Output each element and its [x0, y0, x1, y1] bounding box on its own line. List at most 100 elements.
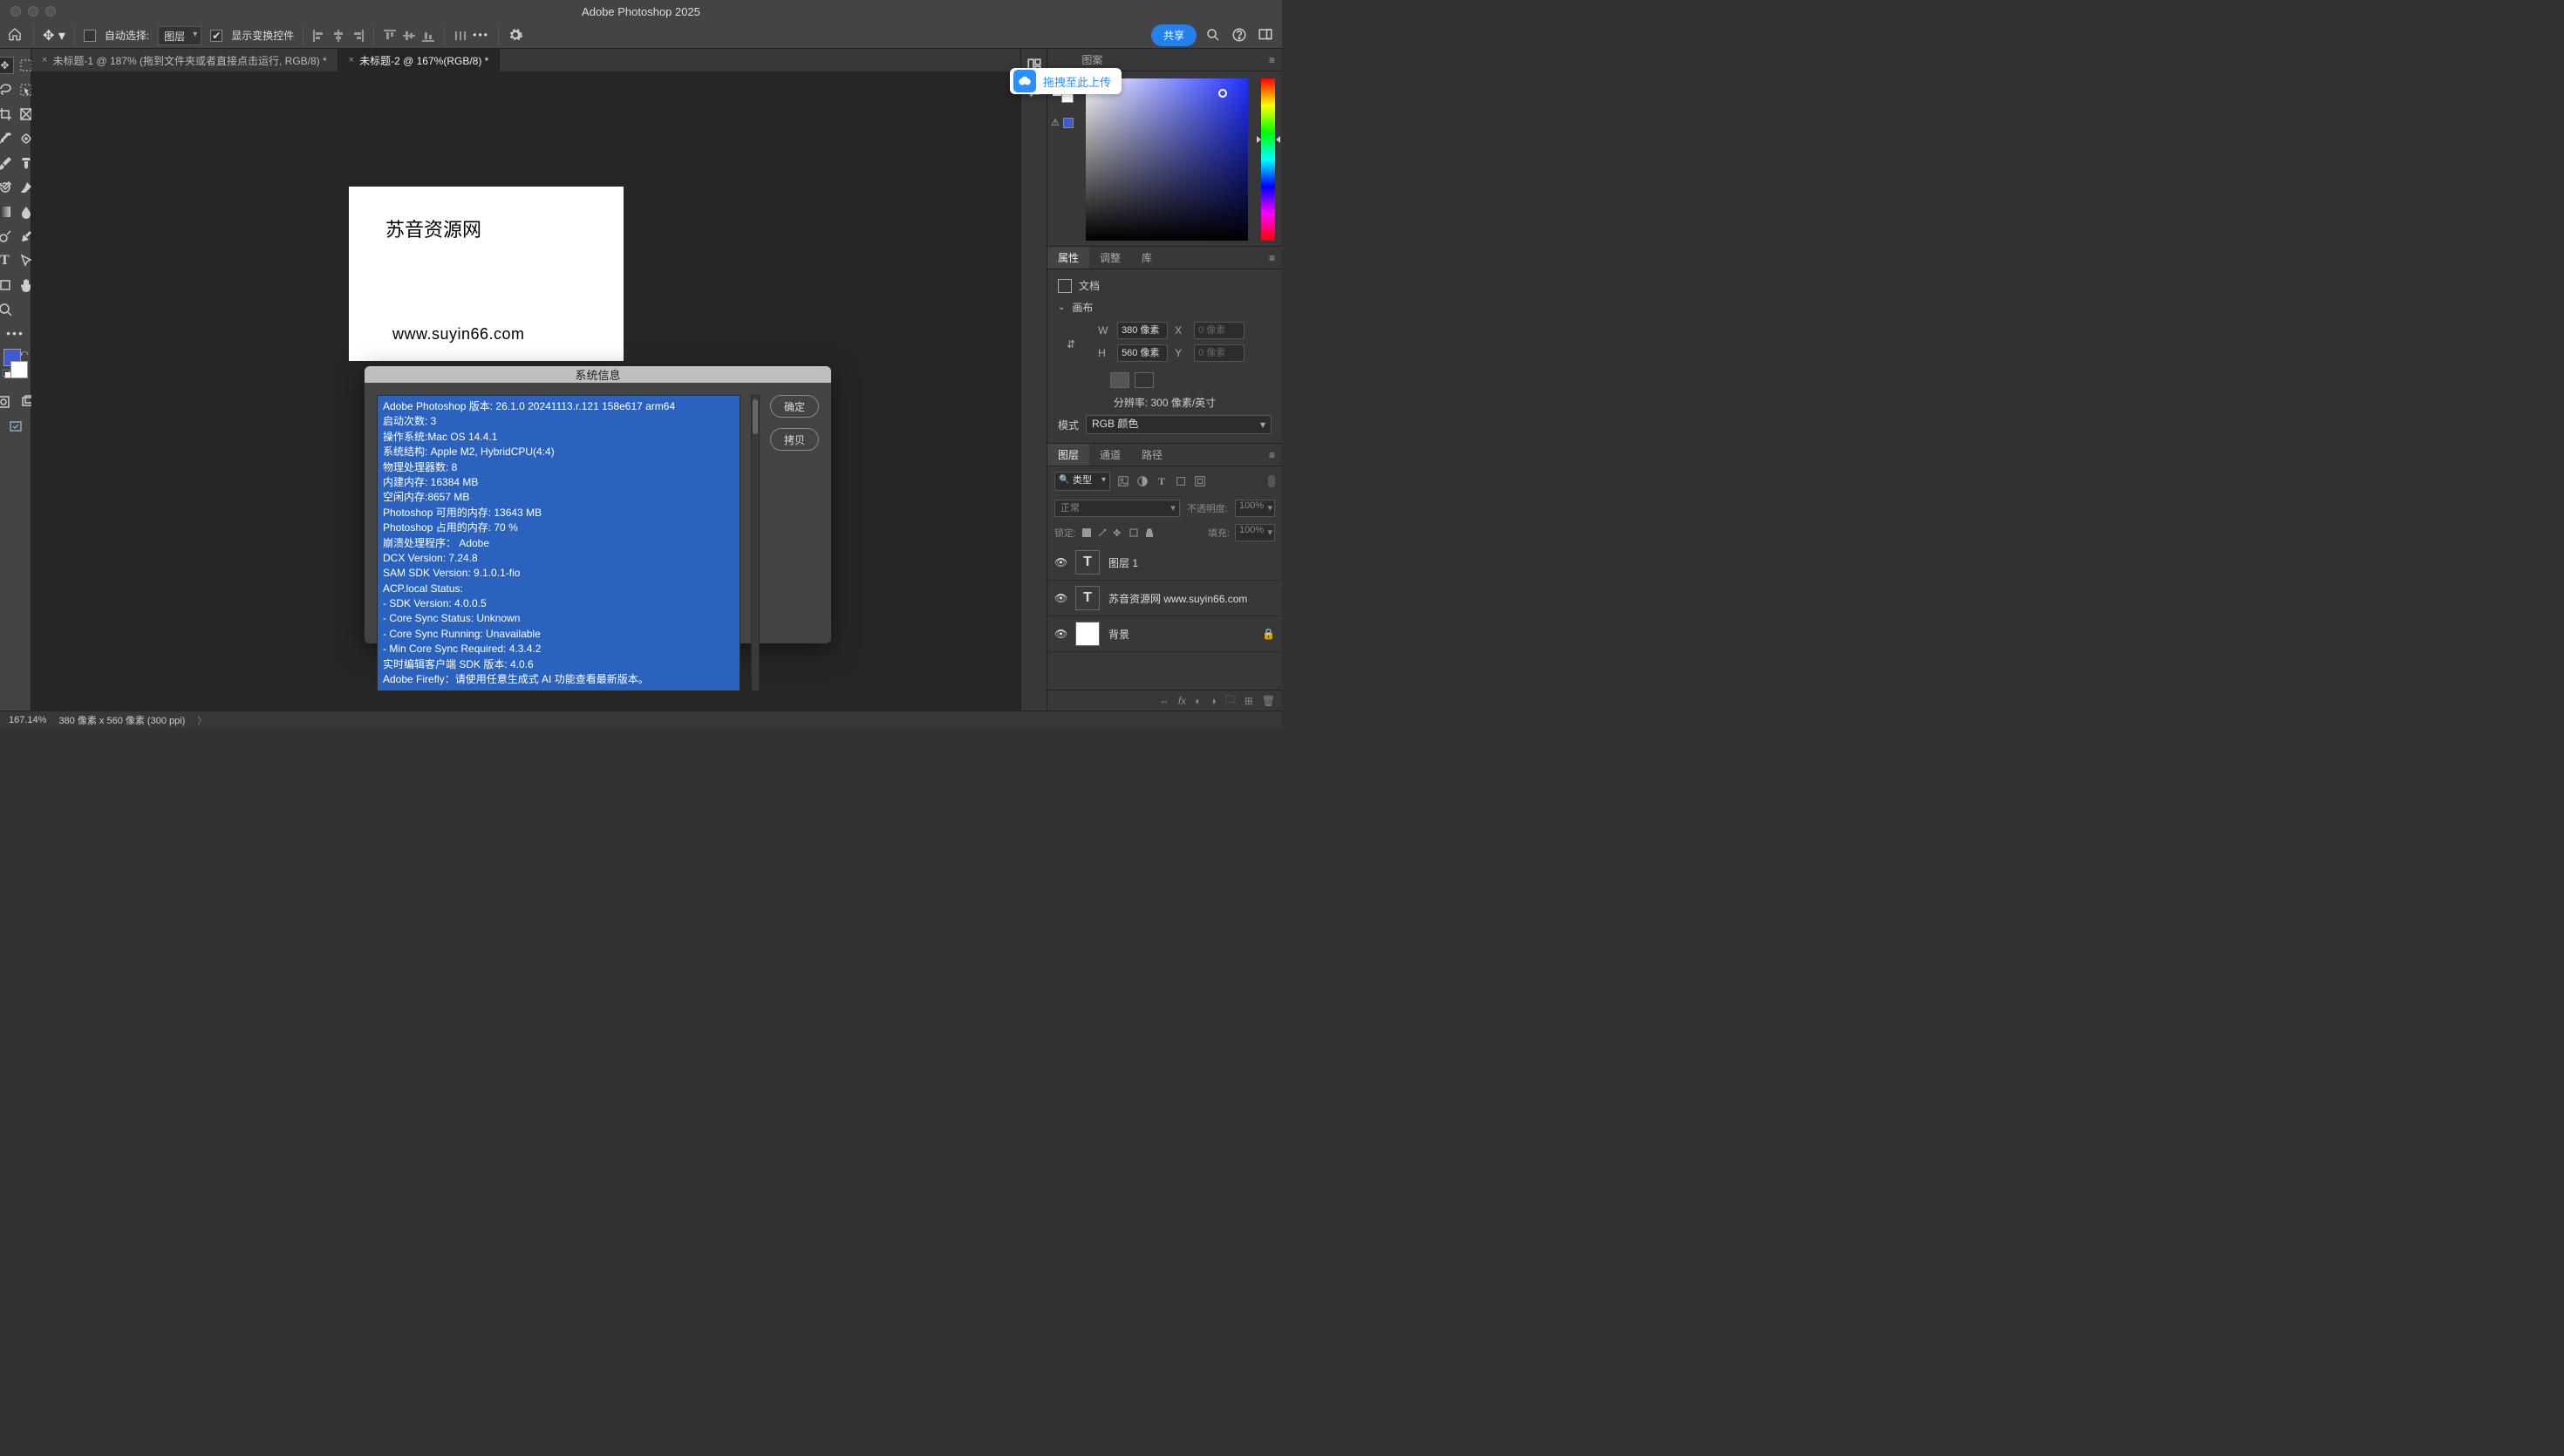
quickmask-icon[interactable]: [0, 394, 11, 410]
align-center-h-icon[interactable]: [331, 29, 345, 43]
close-tab-icon[interactable]: ×: [42, 55, 47, 65]
ok-button[interactable]: 确定: [770, 395, 819, 418]
layer-name[interactable]: 苏音资源网 www.suyin66.com: [1108, 591, 1247, 606]
status-caret-icon[interactable]: 〉: [197, 713, 207, 727]
opacity-input[interactable]: 100%: [1235, 500, 1275, 517]
show-transform-checkbox[interactable]: ✔: [210, 30, 222, 42]
filter-image-icon[interactable]: [1117, 475, 1129, 487]
panel-menu-icon[interactable]: ≡: [1262, 54, 1282, 66]
background-color[interactable]: [10, 361, 28, 378]
layer-item[interactable]: 👁 T 图层 1: [1047, 545, 1282, 581]
lock-position-icon[interactable]: ✥: [1113, 527, 1123, 538]
close-window-button[interactable]: [10, 6, 21, 17]
align-bottom-icon[interactable]: [421, 29, 435, 43]
orientation-landscape-button[interactable]: [1135, 372, 1154, 388]
system-info-textarea[interactable]: Adobe Photoshop 版本: 26.1.0 20241113.r.12…: [377, 395, 740, 691]
layer-thumbnail[interactable]: T: [1075, 586, 1100, 610]
color-swatches[interactable]: ⤺: [1, 349, 31, 378]
help-icon[interactable]: [1231, 27, 1249, 44]
libraries-tab[interactable]: 库: [1131, 247, 1163, 269]
scrollbar[interactable]: [751, 395, 760, 691]
channels-tab[interactable]: 通道: [1089, 444, 1131, 466]
eyedropper-tool[interactable]: [0, 131, 13, 146]
share-button[interactable]: 共享: [1151, 24, 1197, 46]
lock-transparency-icon[interactable]: [1081, 527, 1092, 538]
link-layers-icon[interactable]: ⇔: [1159, 695, 1169, 707]
x-input[interactable]: 0 像素: [1194, 322, 1244, 339]
workspace-icon[interactable]: [1258, 27, 1275, 44]
zoom-tool[interactable]: [0, 302, 13, 317]
height-input[interactable]: 560 像素: [1117, 344, 1168, 362]
move-tool[interactable]: ✥: [0, 58, 13, 73]
paths-tab[interactable]: 路径: [1131, 444, 1173, 466]
layer-name[interactable]: 图层 1: [1108, 555, 1138, 570]
properties-tab[interactable]: 属性: [1047, 247, 1089, 269]
layer-name[interactable]: 背景: [1108, 627, 1129, 642]
document-dimensions[interactable]: 380 像素 x 560 像素 (300 ppi): [58, 713, 185, 727]
filter-type-icon[interactable]: T: [1156, 475, 1168, 487]
default-colors-icon[interactable]: [3, 370, 11, 378]
filter-smart-icon[interactable]: [1194, 475, 1206, 487]
align-top-icon[interactable]: [383, 29, 397, 43]
move-tool-icon[interactable]: ✥ ▾: [43, 27, 65, 44]
visibility-toggle-icon[interactable]: 👁: [1054, 592, 1067, 604]
align-right-icon[interactable]: [351, 29, 365, 43]
width-input[interactable]: 380 像素: [1117, 322, 1168, 339]
distribute-h-icon[interactable]: [453, 29, 467, 43]
y-input[interactable]: 0 像素: [1194, 344, 1244, 362]
lock-pixels-icon[interactable]: [1097, 527, 1108, 538]
layer-fx-icon[interactable]: fx: [1178, 695, 1186, 707]
blend-mode-dropdown[interactable]: 正常: [1054, 500, 1180, 517]
layer-mask-icon[interactable]: ◐: [1195, 695, 1201, 707]
new-layer-icon[interactable]: ⊞: [1244, 695, 1253, 707]
dodge-tool[interactable]: [0, 228, 13, 244]
maximize-window-button[interactable]: [45, 6, 56, 17]
layer-item[interactable]: 👁 T 苏音资源网 www.suyin66.com: [1047, 581, 1282, 616]
crop-tool[interactable]: [0, 106, 13, 122]
lock-all-icon[interactable]: [1144, 527, 1155, 538]
shape-tool[interactable]: [0, 277, 13, 293]
gamut-color-swatch[interactable]: [1063, 118, 1074, 128]
home-icon[interactable]: [7, 27, 24, 44]
upload-hint-pill[interactable]: 拖拽至此上传: [1010, 68, 1122, 94]
layer-thumbnail[interactable]: T: [1075, 550, 1100, 575]
color-field[interactable]: [1086, 78, 1248, 241]
delete-layer-icon[interactable]: 🗑: [1262, 695, 1275, 707]
copy-button[interactable]: 拷贝: [770, 428, 819, 451]
type-tool[interactable]: T: [0, 253, 13, 269]
edit-toolbar-icon[interactable]: •••: [6, 326, 24, 340]
visibility-toggle-icon[interactable]: 👁: [1054, 628, 1067, 640]
layer-thumbnail[interactable]: [1075, 622, 1100, 646]
panel-menu-icon[interactable]: ≡: [1262, 449, 1282, 461]
color-mode-dropdown[interactable]: RGB 颜色: [1086, 415, 1272, 434]
gradient-tool[interactable]: [0, 204, 13, 220]
canvas[interactable]: 苏音资源网 www.suyin66.com: [349, 187, 624, 361]
gear-icon[interactable]: [508, 27, 525, 44]
gamut-warning-icon[interactable]: ⚠: [1051, 117, 1060, 128]
collapse-caret-icon[interactable]: ⌄: [1058, 303, 1065, 312]
zoom-level[interactable]: 167.14%: [9, 715, 46, 725]
visibility-toggle-icon[interactable]: 👁: [1054, 556, 1067, 568]
align-left-icon[interactable]: [312, 29, 326, 43]
more-options-icon[interactable]: •••: [473, 29, 489, 43]
document-tab[interactable]: × 未标题-1 @ 187% (拖到文件夹或者直接点击运行, RGB/8) *: [31, 49, 338, 71]
align-center-v-icon[interactable]: [402, 29, 416, 43]
layer-item[interactable]: 👁 背景 🔒: [1047, 616, 1282, 652]
minimize-window-button[interactable]: [28, 6, 38, 17]
extra-tool-icon[interactable]: [8, 418, 24, 434]
close-tab-icon[interactable]: ×: [349, 55, 354, 65]
orientation-portrait-button[interactable]: [1110, 372, 1129, 388]
auto-select-target-dropdown[interactable]: 图层: [158, 26, 201, 45]
document-tab[interactable]: × 未标题-2 @ 167%(RGB/8) *: [338, 49, 501, 71]
history-brush-tool[interactable]: [0, 180, 13, 195]
layers-tab[interactable]: 图层: [1047, 444, 1089, 466]
link-dimensions-icon[interactable]: ⇵: [1067, 338, 1075, 350]
group-icon[interactable]: 🗀: [1225, 691, 1236, 710]
lasso-tool[interactable]: [0, 82, 13, 98]
hue-slider[interactable]: [1261, 78, 1275, 241]
lock-artboard-icon[interactable]: [1129, 527, 1139, 538]
fill-input[interactable]: 100%: [1235, 524, 1275, 541]
adjustment-layer-icon[interactable]: ◑: [1210, 695, 1216, 707]
auto-select-checkbox[interactable]: [84, 30, 96, 42]
filter-adjust-icon[interactable]: [1136, 475, 1149, 487]
